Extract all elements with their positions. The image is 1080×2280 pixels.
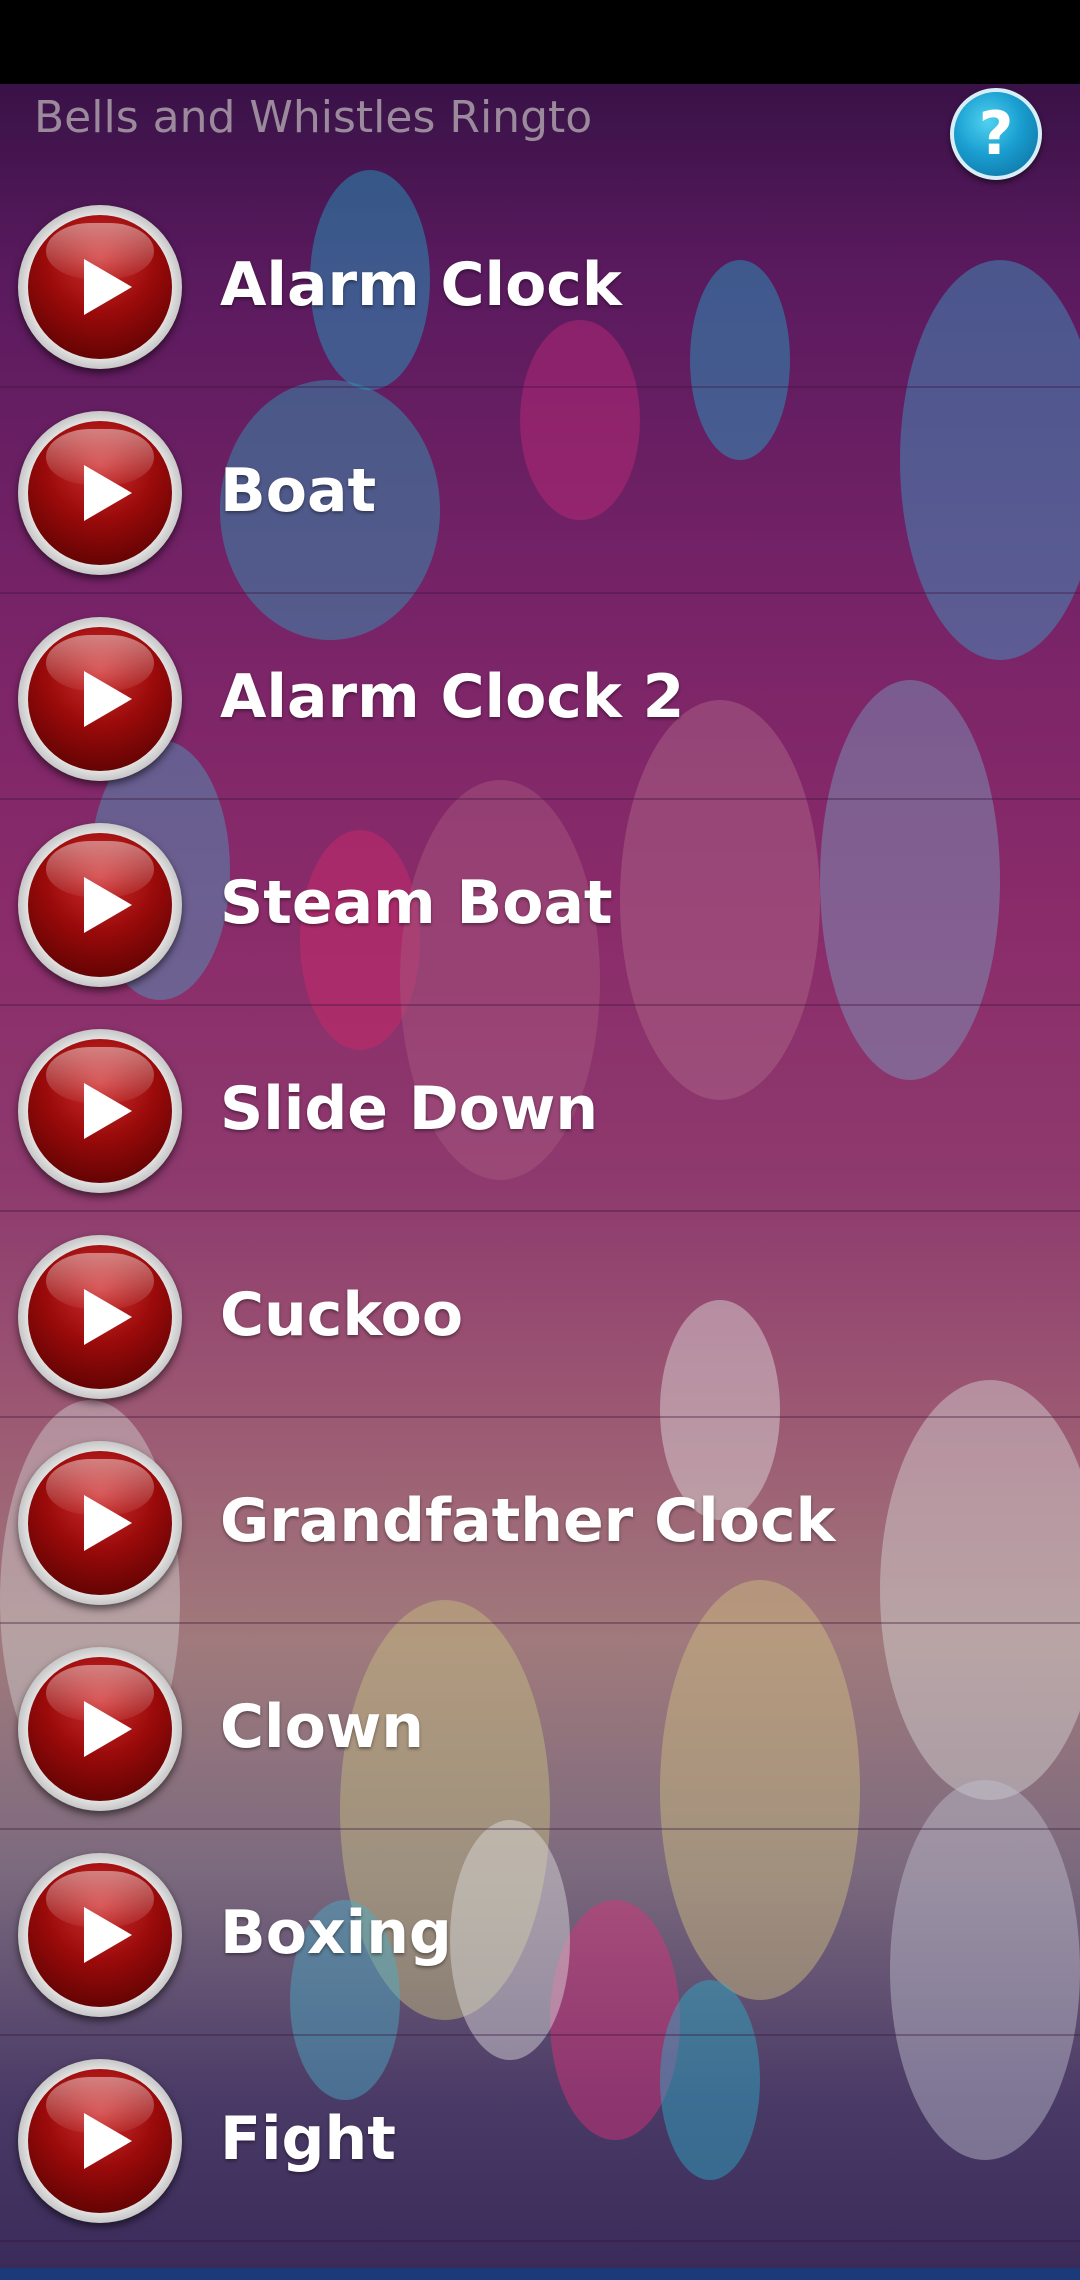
play-button[interactable] <box>18 1853 182 2017</box>
play-button[interactable] <box>18 2059 182 2223</box>
play-icon <box>28 421 172 565</box>
ringtone-row[interactable]: Steam Boat <box>0 800 1080 1006</box>
ringtone-row[interactable]: Alarm Clock 2 <box>0 594 1080 800</box>
play-button[interactable] <box>18 1441 182 1605</box>
navigation-bar <box>0 2268 1080 2280</box>
ringtone-label: Grandfather Clock <box>220 1486 836 1556</box>
screen: Bells and Whistles Ringto ? Alarm Clock … <box>0 0 1080 2280</box>
play-icon <box>28 215 172 359</box>
question-mark-icon: ? <box>978 99 1014 169</box>
ringtone-label: Boxing <box>220 1898 452 1968</box>
play-icon <box>28 1039 172 1183</box>
ringtone-row[interactable]: Fight <box>0 2036 1080 2242</box>
ringtone-row[interactable]: Cuckoo <box>0 1212 1080 1418</box>
ringtone-row[interactable]: Grandfather Clock <box>0 1418 1080 1624</box>
app-title: Bells and Whistles Ringto <box>34 92 593 143</box>
play-icon <box>28 2069 172 2213</box>
play-button[interactable] <box>18 823 182 987</box>
play-button[interactable] <box>18 617 182 781</box>
ringtone-label: Slide Down <box>220 1074 599 1144</box>
ringtone-label: Fight <box>220 2104 396 2174</box>
ringtone-list: Alarm Clock Boat Alarm Clock 2 Steam Boa… <box>0 182 1080 2242</box>
ringtone-label: Steam Boat <box>220 868 613 938</box>
status-bar <box>0 0 1080 84</box>
play-button[interactable] <box>18 411 182 575</box>
play-icon <box>28 1451 172 1595</box>
play-icon <box>28 627 172 771</box>
ringtone-label: Cuckoo <box>220 1280 464 1350</box>
play-icon <box>28 1657 172 1801</box>
play-button[interactable] <box>18 1235 182 1399</box>
ringtone-label: Boat <box>220 456 377 526</box>
ringtone-row[interactable]: Boat <box>0 388 1080 594</box>
play-button[interactable] <box>18 205 182 369</box>
ringtone-row[interactable]: Clown <box>0 1624 1080 1830</box>
play-icon <box>28 833 172 977</box>
ringtone-label: Alarm Clock 2 <box>220 662 685 732</box>
ringtone-row[interactable]: Slide Down <box>0 1006 1080 1212</box>
ringtone-label: Alarm Clock <box>220 250 622 320</box>
ringtone-row[interactable]: Alarm Clock <box>0 182 1080 388</box>
help-button[interactable]: ? <box>950 88 1042 180</box>
play-button[interactable] <box>18 1029 182 1193</box>
play-icon <box>28 1863 172 2007</box>
play-icon <box>28 1245 172 1389</box>
play-button[interactable] <box>18 1647 182 1811</box>
ringtone-row[interactable]: Boxing <box>0 1830 1080 2036</box>
ringtone-label: Clown <box>220 1692 424 1762</box>
